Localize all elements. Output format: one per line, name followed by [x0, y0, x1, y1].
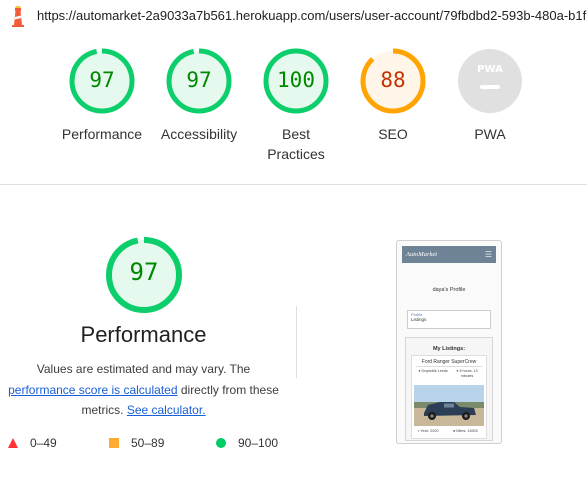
gauge-seo[interactable]: 88 SEO [343, 48, 443, 144]
gauge-label: SEO [378, 126, 408, 142]
square-icon [109, 438, 119, 448]
gauge-icon: ● [453, 429, 456, 433]
score-calculated-link[interactable]: performance score is calculated [8, 383, 177, 397]
car-miles: ● Miles: 15300 [453, 429, 478, 433]
screenshot-navbar: AutoMarket ☰ [402, 246, 496, 263]
gauge-best-practices[interactable]: 100 Best Practices [246, 48, 346, 164]
final-screenshot[interactable]: AutoMarket ☰ daya's Profile Profile List… [396, 240, 502, 444]
url-text[interactable]: https://automarket-2a9033a7b561.herokuap… [37, 8, 587, 23]
gauge-label: Best Practices [267, 126, 325, 162]
car-name: Ford Ranger SuperCrew [421, 359, 477, 365]
menu-icon: ☰ [484, 249, 492, 259]
gauge-label: PWA [474, 126, 506, 142]
gauge-score: 100 [277, 68, 315, 92]
pwa-badge-text: PWA [477, 64, 503, 75]
performance-score: 97 [129, 258, 159, 286]
score-legend: 0–49 50–89 90–100 [0, 436, 300, 452]
legend-pass: 90–100 [216, 436, 278, 450]
browser-bar: https://automarket-2a9033a7b561.herokuap… [0, 0, 587, 32]
gauge-label: Performance [61, 126, 143, 142]
legend-fail: 0–49 [8, 436, 57, 450]
pwa-badge-icon: PWA [458, 49, 522, 113]
screenshot-car-card: Ford Ranger SuperCrew ● Dropbdile Leeds … [411, 355, 487, 439]
vertical-separator [296, 306, 297, 378]
screenshot-listings: My Listings: Ford Ranger SuperCrew ● Dro… [405, 337, 493, 441]
circle-icon [216, 438, 226, 448]
see-calculator-link[interactable]: See calculator. [127, 403, 206, 417]
car-photo [414, 385, 484, 426]
gauge-score: 97 [186, 68, 212, 92]
legend-average: 50–89 [109, 436, 164, 450]
clock-icon: ● [456, 369, 459, 373]
gauge-performance[interactable]: 97 Performance [52, 48, 152, 144]
car-location: ● Dropbdile Leeds [418, 369, 448, 373]
car-time: ● 8 hours, 13 minutes [456, 369, 478, 378]
screenshot-profile-card: Profile Listings [407, 310, 491, 329]
category-gauges: 97 Performance 97 Accessibility 100 Best… [0, 48, 587, 178]
gauge-score: 88 [380, 68, 406, 92]
gauge-pwa[interactable]: PWA PWA [440, 48, 540, 144]
screenshot-brand: AutoMarket [406, 251, 438, 258]
gauge-score: 97 [89, 68, 115, 92]
triangle-icon [8, 438, 18, 448]
section-divider [0, 184, 587, 185]
car-year: ▪ Year: 2020 [418, 429, 439, 433]
screenshot-profile-title: daya's Profile [432, 287, 466, 293]
lighthouse-icon [12, 6, 24, 27]
performance-title: Performance [80, 322, 207, 347]
gauge-label: Accessibility [160, 126, 238, 142]
gauge-accessibility[interactable]: 97 Accessibility [149, 48, 249, 144]
performance-description: Values are estimated and may vary. The p… [8, 362, 279, 417]
screenshot-my-listings: My Listings: [432, 346, 466, 352]
